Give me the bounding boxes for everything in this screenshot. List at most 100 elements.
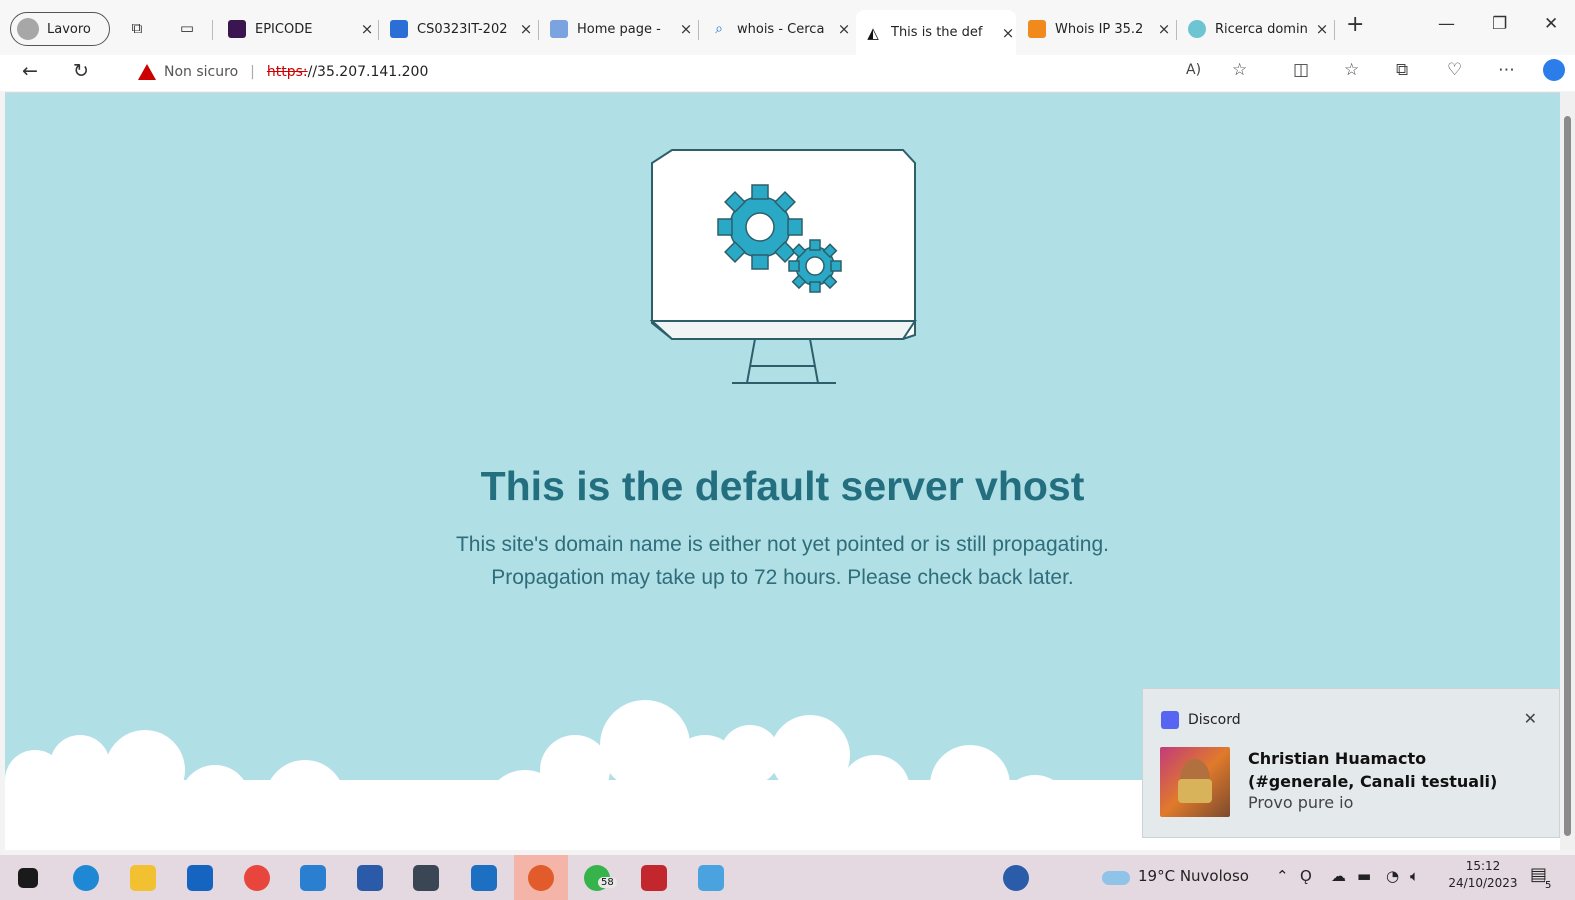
- course-favicon-icon: [390, 20, 408, 38]
- tab-title: Home page -: [577, 21, 661, 37]
- tab-home-page[interactable]: Home page - ×: [542, 10, 694, 48]
- time: 15:12: [1465, 859, 1501, 873]
- profile-button[interactable]: Lavoro: [10, 12, 110, 46]
- divider: [212, 20, 213, 40]
- restore-icon[interactable]: ❐: [1492, 14, 1507, 34]
- whois-favicon-icon: [1028, 20, 1046, 38]
- outlook-icon[interactable]: [471, 865, 497, 891]
- close-notification-icon[interactable]: ✕: [1524, 709, 1537, 728]
- active-app-icon[interactable]: [528, 865, 554, 891]
- close-tab-icon[interactable]: ×: [518, 20, 534, 38]
- epicode-favicon-icon: [228, 20, 246, 38]
- status-message-line2: Propagation may take up to 72 hours. Ple…: [491, 566, 1074, 589]
- whatsapp-badge: 58: [598, 877, 617, 888]
- status-message-line1: This site's domain name is either not ye…: [455, 533, 1109, 556]
- scrollbar-thumb[interactable]: [1564, 116, 1571, 836]
- avatar: [1160, 747, 1230, 817]
- virtualbox-icon[interactable]: [413, 865, 439, 891]
- read-aloud-icon[interactable]: A): [1186, 62, 1201, 78]
- help-icon[interactable]: [1003, 865, 1029, 891]
- refresh-icon[interactable]: ↻: [73, 60, 89, 82]
- warning-icon: [138, 64, 156, 80]
- search-icon: ⌕: [715, 21, 723, 37]
- cloud-weather-icon[interactable]: [1102, 871, 1130, 885]
- more-options-icon[interactable]: ⋯: [1498, 60, 1515, 80]
- tab-title: Ricerca domin: [1215, 21, 1308, 37]
- url-scheme: https:: [266, 64, 308, 80]
- tab-actions-icon[interactable]: ▭: [177, 18, 197, 38]
- linux-penguin-icon: ◭: [867, 23, 879, 42]
- close-tab-icon[interactable]: ×: [678, 20, 694, 38]
- divider: |: [250, 64, 255, 80]
- home-favicon-icon: [550, 20, 568, 38]
- clock[interactable]: 15:12 24/10/2023: [1445, 858, 1521, 892]
- app-icon[interactable]: [698, 865, 724, 891]
- tab-title: whois - Cerca: [737, 21, 825, 37]
- tab-strip: Lavoro ⧉ ▭ EPICODE × CS0323IT-202 × Home…: [0, 0, 1575, 55]
- close-tab-icon[interactable]: ×: [1314, 20, 1330, 38]
- discord-icon: [1161, 711, 1179, 729]
- vscode-icon[interactable]: [300, 865, 326, 891]
- divider: [698, 20, 699, 40]
- onedrive-icon[interactable]: ☁: [1331, 867, 1346, 885]
- tab-title: CS0323IT-202: [417, 21, 508, 37]
- notification-title: Christian Huamacto (#generale, Canali te…: [1248, 749, 1498, 791]
- favorites-icon[interactable]: ☆: [1344, 60, 1359, 80]
- tab-epicode[interactable]: EPICODE ×: [220, 10, 375, 48]
- favorite-star-icon[interactable]: ☆: [1232, 60, 1247, 80]
- divider: [378, 20, 379, 40]
- collections-icon[interactable]: ⧉: [1396, 60, 1408, 80]
- chrome-icon[interactable]: [244, 865, 270, 891]
- divider: [538, 20, 539, 40]
- page-heading: This is the default server vhost: [480, 463, 1085, 509]
- divider: [1334, 20, 1335, 40]
- scrollbar[interactable]: [1560, 92, 1575, 850]
- discord-notification[interactable]: Discord ✕ Christian Huamacto (#generale,…: [1142, 688, 1560, 838]
- url-host: //35.207.141.200: [307, 64, 429, 80]
- edge-icon[interactable]: [73, 865, 99, 891]
- mail-icon[interactable]: [187, 865, 213, 891]
- close-window-icon[interactable]: ✕: [1544, 14, 1558, 34]
- new-tab-button[interactable]: +: [1346, 12, 1364, 37]
- volume-icon[interactable]: 🔈︎: [1410, 867, 1419, 885]
- monitor-gears-illustration: [650, 149, 917, 384]
- close-tab-icon[interactable]: ×: [359, 20, 375, 38]
- back-icon[interactable]: ←: [22, 60, 38, 82]
- notification-app: Discord: [1161, 711, 1241, 729]
- address-bar[interactable]: Non sicuro | https: //35.207.141.200: [116, 57, 1268, 87]
- chevron-up-icon[interactable]: ⌃: [1276, 867, 1289, 885]
- app-icon[interactable]: [641, 865, 667, 891]
- notification-body: Provo pure io: [1248, 793, 1354, 812]
- security-status[interactable]: Non sicuro: [164, 64, 238, 80]
- copilot-icon[interactable]: [1543, 59, 1565, 81]
- notification-count: 5: [1545, 880, 1552, 891]
- tab-ricerca-domini[interactable]: Ricerca domin ×: [1180, 10, 1330, 48]
- notification-app-name: Discord: [1188, 712, 1241, 728]
- tab-title: EPICODE: [255, 21, 313, 37]
- battery-icon[interactable]: ▬: [1357, 867, 1371, 885]
- divider: [1176, 20, 1177, 40]
- date: 24/10/2023: [1448, 876, 1518, 890]
- tab-default-vhost[interactable]: ◭ This is the def ×: [856, 10, 1016, 55]
- tray-icon[interactable]: Ǫ: [1300, 867, 1312, 885]
- app-icon[interactable]: [357, 865, 383, 891]
- tab-title: This is the def: [891, 25, 983, 40]
- profile-avatar-icon: [17, 18, 39, 40]
- tab-title: Whois IP 35.2: [1055, 21, 1144, 37]
- domain-search-favicon-icon: [1188, 20, 1206, 38]
- close-tab-icon[interactable]: ×: [1156, 20, 1172, 38]
- minimize-icon[interactable]: —: [1438, 14, 1455, 34]
- workspaces-icon[interactable]: ⧉: [127, 18, 147, 38]
- profile-label: Lavoro: [47, 21, 91, 37]
- wifi-icon[interactable]: ◔: [1386, 867, 1399, 885]
- split-screen-icon[interactable]: ◫: [1293, 60, 1309, 80]
- browser-essentials-icon[interactable]: ♡: [1447, 60, 1462, 80]
- file-explorer-icon[interactable]: [130, 865, 156, 891]
- tab-whois-ip[interactable]: Whois IP 35.2 ×: [1020, 10, 1172, 48]
- close-tab-icon[interactable]: ×: [836, 20, 852, 38]
- start-windows-icon[interactable]: [18, 868, 38, 888]
- close-tab-icon[interactable]: ×: [1000, 24, 1016, 42]
- tab-whois-search[interactable]: ⌕ whois - Cerca ×: [702, 10, 852, 48]
- weather-text[interactable]: 19°C Nuvoloso: [1138, 867, 1249, 885]
- tab-cs0323it[interactable]: CS0323IT-202 ×: [382, 10, 534, 48]
